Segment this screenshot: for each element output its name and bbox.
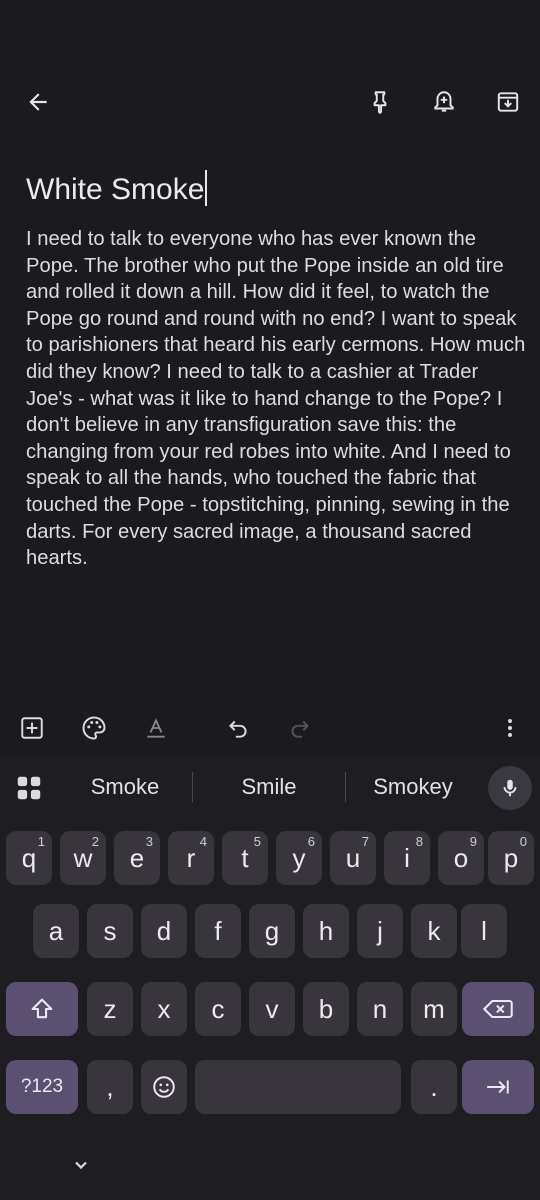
- key-d[interactable]: d: [141, 904, 187, 958]
- emoji-key[interactable]: [141, 1060, 187, 1114]
- suggestion-1[interactable]: Smoke: [50, 770, 200, 804]
- undo-button[interactable]: [218, 708, 258, 748]
- backspace-key[interactable]: [462, 982, 534, 1036]
- text-cursor: [205, 170, 208, 206]
- key-r[interactable]: r4: [168, 831, 214, 885]
- redo-icon: [291, 720, 309, 738]
- shift-key[interactable]: [6, 982, 78, 1036]
- note-body[interactable]: I need to talk to everyone who has ever …: [26, 226, 526, 572]
- suggestion-3[interactable]: Smokey: [338, 770, 488, 804]
- key-i[interactable]: i8: [384, 831, 430, 885]
- key-b[interactable]: b: [303, 982, 349, 1036]
- key-w[interactable]: w2: [60, 831, 106, 885]
- key-m[interactable]: m: [411, 982, 457, 1036]
- key-y[interactable]: y6: [276, 831, 322, 885]
- note-title[interactable]: White Smoke: [26, 170, 516, 210]
- key-q[interactable]: q1: [6, 831, 52, 885]
- comma-key[interactable]: ,: [87, 1060, 133, 1114]
- key-x[interactable]: x: [141, 982, 187, 1036]
- shift-icon: [31, 998, 53, 1019]
- key-k[interactable]: k: [411, 904, 457, 958]
- pin-button[interactable]: [360, 82, 400, 122]
- key-h[interactable]: h: [303, 904, 349, 958]
- archive-button[interactable]: [488, 82, 528, 122]
- suggestion-bar: Smoke Smile Smokey: [0, 758, 540, 816]
- suggestion-2[interactable]: Smile: [194, 770, 344, 804]
- redo-button[interactable]: [280, 708, 320, 748]
- back-button[interactable]: [18, 82, 58, 122]
- chevron-down-icon[interactable]: [66, 1150, 96, 1180]
- mic-icon: [503, 779, 517, 797]
- key-g[interactable]: g: [249, 904, 295, 958]
- key-u[interactable]: u7: [330, 831, 376, 885]
- key-s[interactable]: s: [87, 904, 133, 958]
- palette-icon: [82, 716, 106, 740]
- pin-icon: [373, 91, 387, 114]
- more-options-button[interactable]: [490, 708, 530, 748]
- more-vert-icon: [508, 719, 512, 737]
- period-key[interactable]: .: [411, 1060, 457, 1114]
- add-button[interactable]: [12, 708, 52, 748]
- key-e[interactable]: e3: [114, 831, 160, 885]
- text-format-icon: [147, 718, 165, 738]
- undo-icon: [229, 720, 247, 738]
- archive-icon: [497, 92, 519, 112]
- key-j[interactable]: j: [357, 904, 403, 958]
- key-n[interactable]: n: [357, 982, 403, 1036]
- key-o[interactable]: o9: [438, 831, 484, 885]
- enter-key[interactable]: [462, 1060, 534, 1114]
- reminder-button[interactable]: [424, 82, 464, 122]
- key-c[interactable]: c: [195, 982, 241, 1036]
- key-t[interactable]: t5: [222, 831, 268, 885]
- suggestion-divider: [192, 772, 193, 802]
- note-title-text: White Smoke: [26, 173, 205, 206]
- apps-grid-icon[interactable]: [14, 773, 44, 803]
- mic-button[interactable]: [488, 766, 532, 810]
- key-f[interactable]: f: [195, 904, 241, 958]
- key-l[interactable]: l: [461, 904, 507, 958]
- space-key[interactable]: [195, 1060, 401, 1114]
- arrow-left-icon: [29, 93, 47, 111]
- bell-plus-icon: [434, 91, 454, 112]
- palette-button[interactable]: [74, 708, 114, 748]
- add-box-icon: [21, 717, 43, 739]
- backspace-icon: [483, 999, 513, 1019]
- text-format-button[interactable]: [136, 708, 176, 748]
- key-p[interactable]: p0: [488, 831, 534, 885]
- key-a[interactable]: a: [33, 904, 79, 958]
- key-z[interactable]: z: [87, 982, 133, 1036]
- symbols-key[interactable]: ?123: [6, 1060, 78, 1114]
- tab-next-icon: [487, 1080, 509, 1094]
- emoji-icon: [153, 1076, 175, 1098]
- key-v[interactable]: v: [249, 982, 295, 1036]
- keyboard: Smoke Smile Smokey q1 w2 e3 r4 t5 y6 u7 …: [0, 758, 540, 1200]
